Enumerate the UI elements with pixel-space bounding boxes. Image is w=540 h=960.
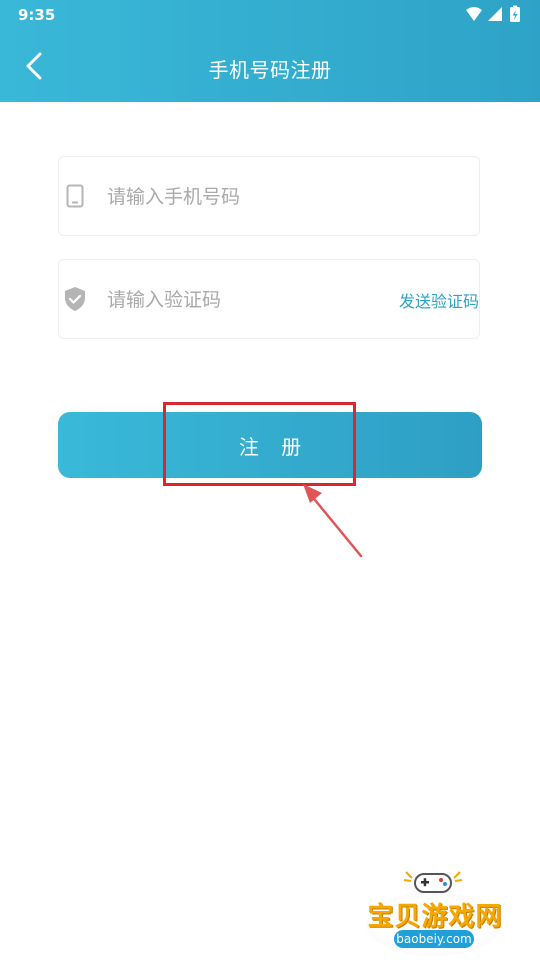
verification-code-field[interactable]: 发送验证码 <box>58 259 480 339</box>
phone-field[interactable] <box>58 156 480 236</box>
status-bar: 9:35 <box>0 0 540 30</box>
app-bar: 9:35 手机号码注册 <box>0 0 540 102</box>
status-time: 9:35 <box>18 6 56 24</box>
battery-charging-icon <box>510 5 520 22</box>
register-button[interactable]: 注 册 <box>58 412 482 478</box>
wifi-icon <box>466 7 482 21</box>
page-title: 手机号码注册 <box>208 58 332 82</box>
watermark-logo: 宝贝游戏网 baobeiy.com <box>360 862 510 958</box>
gamepad-icon <box>403 871 463 893</box>
cellular-signal-icon <box>488 7 502 21</box>
register-button-label: 注 册 <box>238 434 310 459</box>
phone-icon <box>63 183 87 209</box>
annotation-arrow-icon <box>303 484 363 558</box>
send-code-button[interactable]: 发送验证码 <box>399 288 479 312</box>
watermark-badge <box>366 892 502 956</box>
shield-check-icon <box>63 286 87 312</box>
register-screen: 9:35 手机号码注册 请输入手机号码 请输入验证码 发送验证码 注 册 宝贝游… <box>0 0 540 960</box>
watermark-domain: baobeiy.com <box>394 930 474 948</box>
status-icons <box>464 5 524 25</box>
phone-input[interactable] <box>107 177 387 217</box>
verification-code-input[interactable] <box>107 280 387 320</box>
watermark-name: 宝贝游戏网 <box>367 902 503 932</box>
